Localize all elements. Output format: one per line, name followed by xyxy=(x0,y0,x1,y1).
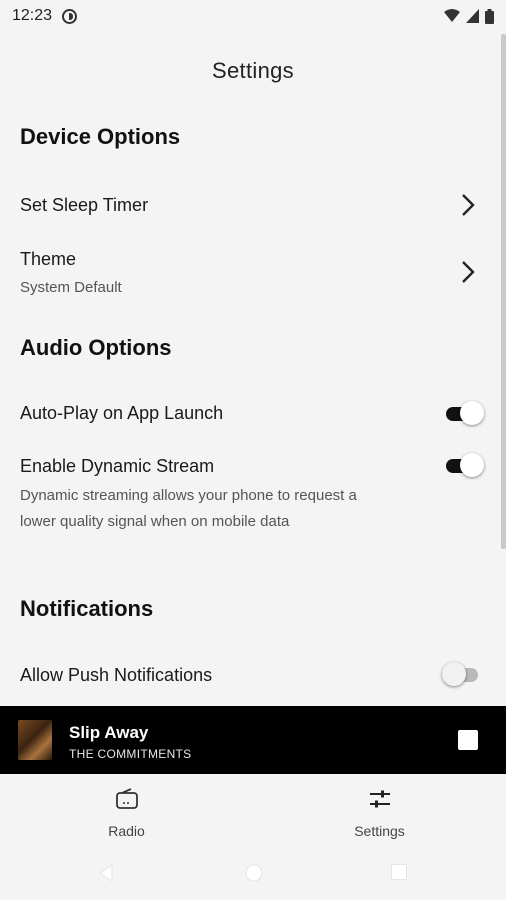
autoplay-row[interactable]: Auto-Play on App Launch xyxy=(0,392,506,436)
album-art xyxy=(18,720,52,760)
push-notifications-row[interactable]: Allow Push Notifications xyxy=(0,652,506,698)
page-title: Settings xyxy=(212,58,294,83)
push-notifications-toggle[interactable] xyxy=(442,661,482,689)
sleep-timer-row[interactable]: Set Sleep Timer xyxy=(0,182,506,230)
now-playing-artist: THE COMMITMENTS xyxy=(69,747,192,761)
tab-radio-label: Radio xyxy=(108,823,145,839)
data-saver-icon xyxy=(62,8,78,24)
dynamic-stream-label: Enable Dynamic Stream xyxy=(20,456,215,476)
section-header-notifications: Notifications xyxy=(20,596,154,621)
status-icons xyxy=(444,8,494,24)
tab-radio[interactable]: Radio xyxy=(0,774,253,854)
wifi-icon xyxy=(444,9,460,22)
toggle-knob xyxy=(460,401,484,425)
status-bar: 12:23 xyxy=(0,0,506,32)
dynamic-stream-row[interactable]: Enable Dynamic Stream Dynamic streaming … xyxy=(0,446,506,566)
chevron-right-icon xyxy=(462,194,475,216)
toggle-knob xyxy=(460,453,484,477)
section-header-device: Device Options xyxy=(20,124,181,149)
push-notifications-label: Allow Push Notifications xyxy=(20,665,213,685)
dynamic-stream-description: Dynamic streaming allows your phone to r… xyxy=(20,487,357,530)
tab-bar: Radio Settings xyxy=(0,774,506,854)
recents-icon[interactable] xyxy=(391,864,407,880)
battery-icon xyxy=(485,8,494,24)
now-playing-title: Slip Away xyxy=(69,723,149,742)
toggle-knob xyxy=(442,662,466,686)
stop-icon xyxy=(458,730,478,750)
stop-button[interactable] xyxy=(457,729,479,751)
sliders-icon xyxy=(369,790,390,808)
tab-settings-label: Settings xyxy=(354,823,405,839)
sleep-timer-label: Set Sleep Timer xyxy=(20,195,149,215)
signal-icon xyxy=(466,9,479,23)
section-header-audio: Audio Options xyxy=(20,335,172,360)
home-icon[interactable] xyxy=(245,864,263,882)
now-playing-bar[interactable]: Slip Away THE COMMITMENTS xyxy=(0,706,506,774)
autoplay-toggle[interactable] xyxy=(444,400,484,428)
status-time: 12:23 xyxy=(12,7,53,24)
back-icon[interactable] xyxy=(98,864,114,882)
chevron-right-icon xyxy=(462,261,475,283)
autoplay-label: Auto-Play on App Launch xyxy=(20,403,224,423)
radio-icon xyxy=(115,788,138,809)
theme-row[interactable]: Theme System Default xyxy=(0,242,506,306)
tab-settings[interactable]: Settings xyxy=(253,774,506,854)
dynamic-stream-toggle[interactable] xyxy=(444,452,484,480)
theme-label: Theme xyxy=(20,249,77,269)
theme-value: System Default xyxy=(20,279,122,296)
system-nav-bar xyxy=(0,854,506,900)
